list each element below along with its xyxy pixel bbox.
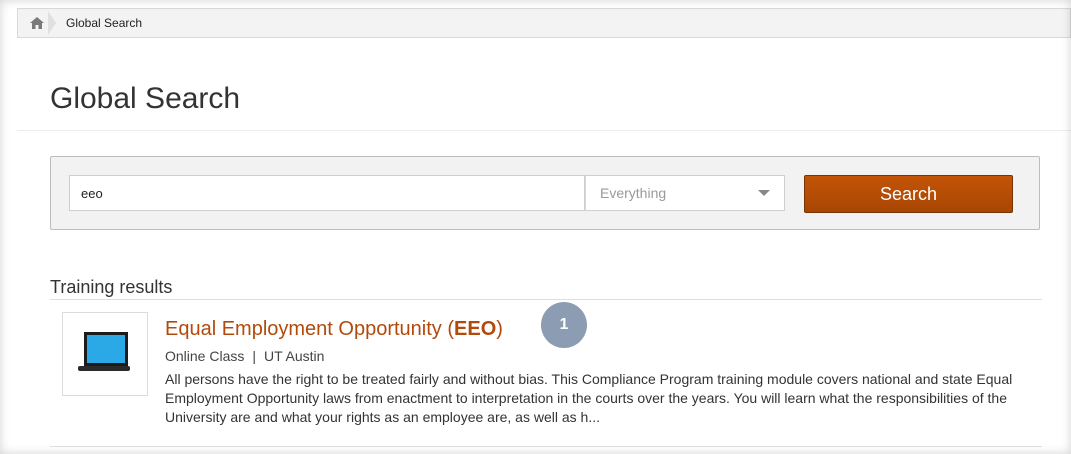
search-box: Everything Search — [50, 156, 1040, 230]
breadcrumb-home[interactable] — [18, 9, 56, 37]
breadcrumb-current: Global Search — [66, 16, 143, 30]
result-provider: UT Austin — [264, 348, 325, 364]
laptop-icon — [78, 332, 132, 376]
page-title: Global Search — [50, 82, 241, 115]
search-button[interactable]: Search — [804, 175, 1013, 213]
result-title-suffix: ) — [496, 318, 503, 340]
divider — [50, 446, 1042, 447]
result-type: Online Class — [165, 348, 245, 364]
divider — [17, 130, 1071, 131]
callout-badge: 1 — [541, 302, 587, 348]
result-title-highlight: EEO — [454, 318, 497, 340]
result-title-link[interactable]: Equal Employment Opportunity (EEO) — [165, 318, 503, 341]
breadcrumb: Global Search — [17, 8, 1071, 38]
chevron-down-icon — [758, 190, 770, 196]
result-thumbnail[interactable] — [62, 312, 148, 396]
section-title-training-results: Training results — [50, 277, 173, 297]
search-input[interactable] — [69, 175, 585, 211]
home-icon — [30, 17, 44, 29]
filter-selected-label: Everything — [600, 185, 667, 201]
meta-separator: | — [252, 348, 257, 364]
result-title-prefix: Equal Employment Opportunity ( — [165, 318, 455, 340]
filter-select[interactable]: Everything — [585, 175, 785, 211]
result-meta: Online Class | UT Austin — [165, 348, 324, 364]
main-panel: Global Search Everything Search Training… — [17, 38, 1071, 454]
result-description: All persons have the right to be treated… — [165, 371, 1013, 425]
